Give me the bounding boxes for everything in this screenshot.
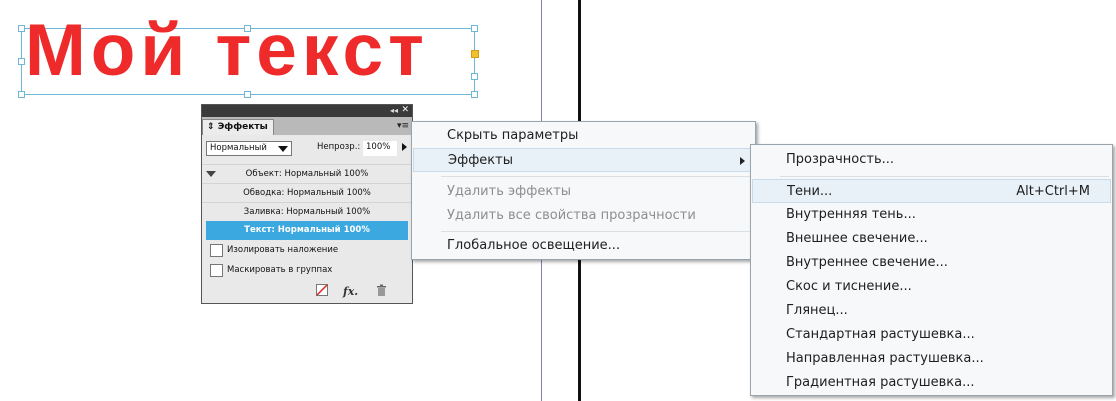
menu-separator: [441, 231, 752, 232]
frame-handle-bottom-center[interactable]: [244, 91, 251, 98]
frame-handle-bottom-right[interactable]: [471, 91, 478, 98]
blend-mode-value: Нормальный: [210, 143, 267, 153]
blend-controls: Нормальный Непрозр.: 100%: [206, 139, 409, 157]
menu-item-label: Глянец...: [786, 303, 848, 318]
expand-triangle-icon[interactable]: [206, 171, 216, 177]
frame-handle-middle-left[interactable]: [18, 58, 25, 65]
canvas-text[interactable]: Мой текст: [25, 14, 429, 87]
frame-handle-bottom-left[interactable]: [18, 91, 25, 98]
clear-effects-icon[interactable]: [316, 284, 328, 301]
menu-item-effects[interactable]: Эффекты: [413, 148, 754, 172]
close-icon[interactable]: ✕: [401, 105, 409, 116]
menu-item-clear-effects[interactable]: Удалить эффекты: [413, 180, 754, 204]
collapse-icon[interactable]: ◂◂: [390, 106, 398, 116]
submenu-item-outer-glow[interactable]: Внешнее свечение...: [752, 227, 1111, 251]
menu-item-label: Глобальное освещение...: [447, 238, 621, 253]
menu-separator: [780, 176, 1109, 177]
menu-item-label: Эффекты: [448, 153, 513, 168]
blend-mode-select[interactable]: Нормальный: [206, 141, 292, 156]
isolate-blending-checkbox[interactable]: [210, 244, 223, 257]
effect-row-text[interactable]: Текст: Нормальный 100%: [206, 221, 408, 240]
menu-item-label: Скрыть параметры: [447, 128, 579, 143]
menu-item-clear-transparency[interactable]: Удалить все свойства прозрачности: [413, 204, 754, 228]
knockout-group-label: Маскировать в группах: [227, 265, 333, 275]
submenu-item-directional-feather[interactable]: Направленная растушевка...: [752, 347, 1111, 371]
menu-item-label: Удалить все свойства прозрачности: [447, 208, 696, 223]
isolate-blending-label: Изолировать наложение: [227, 245, 339, 255]
effects-submenu: Прозрачность... Тени... Alt+Ctrl+M Внутр…: [750, 144, 1113, 396]
menu-item-label: Градиентная растушевка...: [786, 375, 975, 390]
submenu-item-inner-glow[interactable]: Внутреннее свечение...: [752, 251, 1111, 275]
frame-handle-top-center[interactable]: [244, 25, 251, 32]
menu-item-label: Удалить эффекты: [447, 184, 572, 199]
submenu-item-bevel-emboss[interactable]: Скос и тиснение...: [752, 275, 1111, 299]
submenu-item-satin[interactable]: Глянец...: [752, 299, 1111, 323]
submenu-item-inner-shadow[interactable]: Внутренняя тень...: [752, 203, 1111, 227]
effect-row-object[interactable]: Объект: Нормальный 100%: [202, 164, 412, 183]
submenu-item-transparency[interactable]: Прозрачность...: [752, 148, 1111, 172]
menu-item-label: Стандартная растушевка...: [786, 327, 975, 342]
effect-row-fill[interactable]: Заливка: Нормальный 100%: [202, 202, 412, 221]
submenu-item-basic-feather[interactable]: Стандартная растушевка...: [752, 323, 1111, 347]
frame-handle-top-left[interactable]: [18, 25, 25, 32]
tab-toggle-icon: ⇕: [207, 122, 215, 132]
knockout-group-checkbox[interactable]: [210, 264, 223, 277]
menu-item-label: Тени...: [787, 184, 833, 199]
effect-row-label: Текст: Нормальный 100%: [244, 225, 370, 235]
opacity-input[interactable]: 100%: [363, 141, 397, 156]
panel-context-menu: Скрыть параметры Эффекты Удалить эффекты…: [411, 121, 756, 260]
chevron-down-icon: [278, 146, 288, 152]
panel-footer: fx.: [202, 283, 412, 301]
frame-out-port-handle[interactable]: [471, 50, 479, 58]
menu-separator: [441, 176, 752, 177]
panel-menu-icon[interactable]: ▾≡: [397, 120, 409, 132]
opacity-label: Непрозр.:: [317, 142, 361, 152]
knockout-group-option[interactable]: Маскировать в группах: [210, 264, 332, 280]
menu-item-label: Внутренняя тень...: [786, 207, 916, 222]
effects-panel: ◂◂ ✕ ⇕ Эффекты ▾≡ Нормальный Непрозр.: 1…: [201, 104, 413, 304]
frame-handle-middle-right[interactable]: [471, 73, 478, 80]
menu-item-label: Прозрачность...: [786, 152, 895, 167]
menu-item-label: Скос и тиснение...: [786, 279, 912, 294]
menu-item-global-light[interactable]: Глобальное освещение...: [413, 234, 754, 258]
effect-row-label: Объект: Нормальный 100%: [245, 169, 369, 179]
tab-effects[interactable]: ⇕ Эффекты: [202, 119, 274, 135]
menu-item-label: Направленная растушевка...: [786, 351, 984, 366]
submenu-item-drop-shadow[interactable]: Тени... Alt+Ctrl+M: [752, 179, 1111, 203]
trash-icon[interactable]: [376, 284, 387, 301]
effect-row-label: Заливка: Нормальный 100%: [243, 207, 371, 217]
isolate-blending-option[interactable]: Изолировать наложение: [210, 244, 338, 260]
shortcut-text: Alt+Ctrl+M: [1016, 184, 1090, 199]
panel-titlebar[interactable]: ◂◂ ✕: [202, 105, 412, 117]
tab-effects-label: Эффекты: [217, 122, 268, 132]
menu-item-label: Внешнее свечение...: [786, 231, 928, 246]
panel-tab-row: ⇕ Эффекты ▾≡: [202, 117, 412, 135]
submenu-arrow-icon: [740, 157, 745, 165]
opacity-slider-arrow-icon[interactable]: [402, 143, 407, 151]
effect-row-stroke[interactable]: Обводка: Нормальный 100%: [202, 183, 412, 202]
fx-icon[interactable]: fx.: [343, 284, 358, 300]
effect-row-label: Обводка: Нормальный 100%: [243, 188, 371, 198]
menu-item-label: Внутреннее свечение...: [786, 255, 948, 270]
frame-handle-top-right[interactable]: [471, 25, 478, 32]
submenu-item-gradient-feather[interactable]: Градиентная растушевка...: [752, 371, 1111, 395]
menu-item-hide-options[interactable]: Скрыть параметры: [413, 124, 754, 148]
